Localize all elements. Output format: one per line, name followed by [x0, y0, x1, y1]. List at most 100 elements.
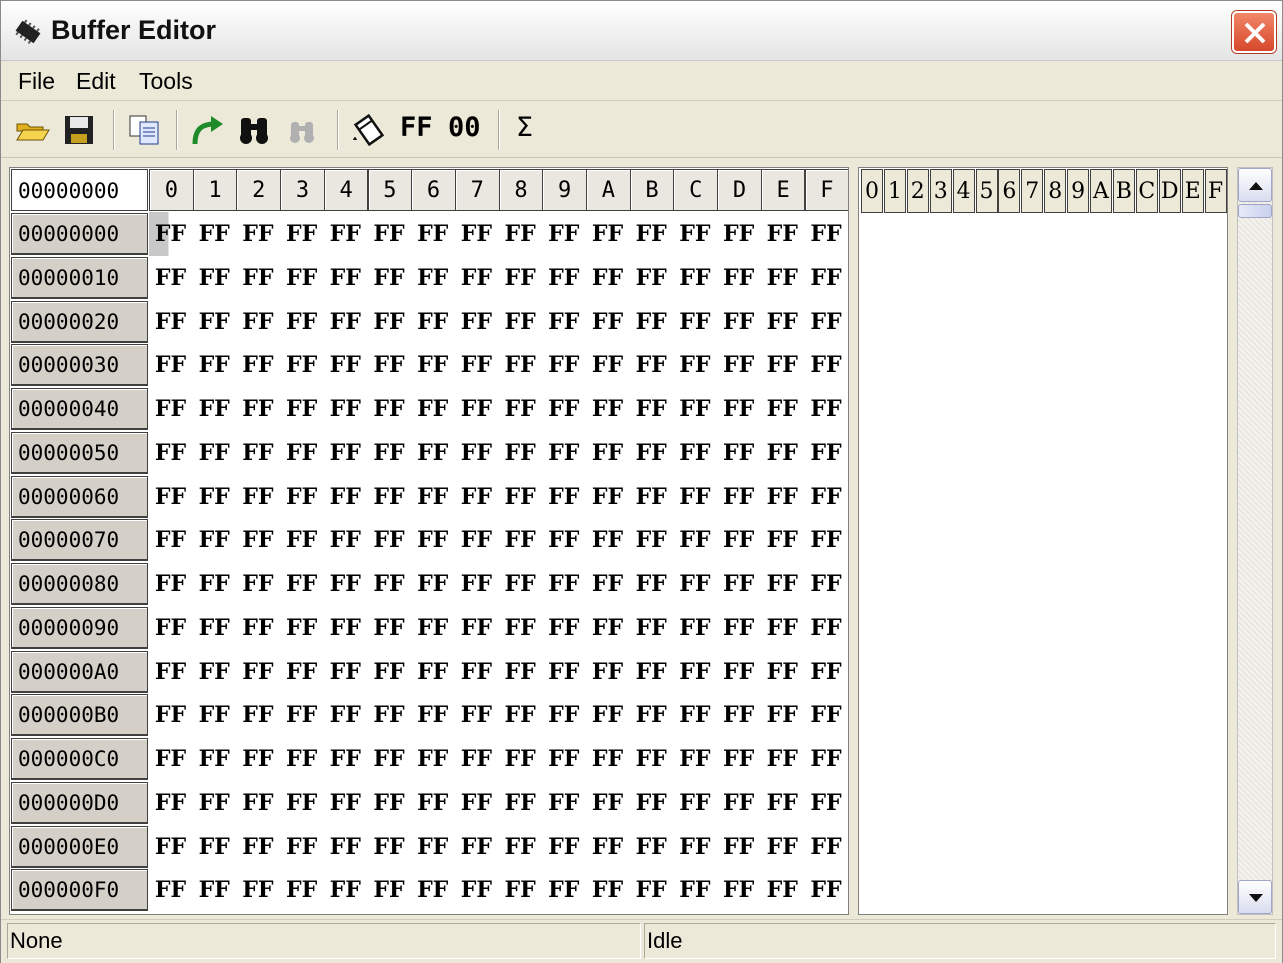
hex-byte-cell[interactable]: FF	[280, 343, 323, 387]
hex-byte-cell[interactable]: FF	[499, 606, 542, 650]
hex-byte-cell[interactable]: FF	[499, 300, 542, 344]
copy-button[interactable]	[125, 110, 165, 150]
hex-byte-cell[interactable]: FF	[411, 781, 454, 825]
hex-byte-cell[interactable]: FF	[149, 737, 192, 781]
hex-byte-cell[interactable]: FF	[673, 212, 716, 256]
hex-byte-cell[interactable]: FF	[586, 650, 629, 694]
hex-byte-cell[interactable]: FF	[149, 518, 192, 562]
hex-byte-cell[interactable]: FF	[717, 300, 760, 344]
hex-byte-cell[interactable]: FF	[324, 606, 367, 650]
hex-byte-cell[interactable]: FF	[193, 562, 236, 606]
hex-byte-cell[interactable]: FF	[411, 868, 454, 912]
hex-byte-cell[interactable]: FF	[717, 212, 760, 256]
hex-byte-cell[interactable]: FF	[236, 781, 279, 825]
hex-grid[interactable]: 00000000 0123456789ABCDEF 00000000 FF FF FF…	[9, 167, 849, 915]
hex-byte-cell[interactable]: FF	[542, 256, 585, 300]
hex-byte-cell[interactable]: FF	[805, 693, 848, 737]
hex-byte-cell[interactable]: FF	[805, 387, 848, 431]
hex-byte-cell[interactable]: FF	[761, 693, 804, 737]
hex-byte-cell[interactable]: FF	[542, 606, 585, 650]
hex-byte-cell[interactable]: FF	[673, 562, 716, 606]
hex-byte-cell[interactable]: FF	[236, 387, 279, 431]
hex-byte-cell[interactable]: FF	[455, 606, 498, 650]
hex-byte-cell[interactable]: FF	[411, 825, 454, 869]
hex-byte-cell[interactable]: FF	[455, 650, 498, 694]
hex-byte-cell[interactable]: FF	[280, 781, 323, 825]
hex-byte-cell[interactable]: FF	[805, 343, 848, 387]
hex-byte-cell[interactable]: FF	[717, 825, 760, 869]
hex-byte-cell[interactable]: FF	[455, 868, 498, 912]
save-button[interactable]	[59, 110, 99, 150]
hex-byte-cell[interactable]: FF	[673, 650, 716, 694]
hex-byte-cell[interactable]: FF	[236, 606, 279, 650]
hex-byte-cell[interactable]: FF	[586, 693, 629, 737]
hex-byte-cell[interactable]: FF	[630, 387, 673, 431]
hex-byte-cell[interactable]: FF	[280, 256, 323, 300]
hex-byte-cell[interactable]: FF	[368, 343, 411, 387]
hex-byte-cell[interactable]: FF	[324, 737, 367, 781]
hex-byte-cell[interactable]: FF	[717, 606, 760, 650]
hex-byte-cell[interactable]: FF	[236, 562, 279, 606]
hex-byte-cell[interactable]: FF	[280, 562, 323, 606]
hex-byte-cell[interactable]: FF	[368, 825, 411, 869]
hex-byte-cell[interactable]: FF	[499, 825, 542, 869]
hex-byte-cell[interactable]: FF	[805, 781, 848, 825]
hex-byte-cell[interactable]: FF	[455, 431, 498, 475]
hex-byte-cell[interactable]: FF	[280, 387, 323, 431]
hex-byte-cell[interactable]: FF	[324, 475, 367, 519]
hex-byte-cell[interactable]: FF	[455, 737, 498, 781]
hex-byte-cell[interactable]: FF	[586, 737, 629, 781]
hex-byte-cell[interactable]: FF	[411, 650, 454, 694]
fill-00-button[interactable]: 00	[448, 112, 481, 143]
hex-byte-cell[interactable]: FF	[499, 868, 542, 912]
find-button[interactable]	[235, 110, 275, 150]
hex-byte-cell[interactable]: FF	[411, 343, 454, 387]
hex-byte-cell[interactable]: FF	[499, 737, 542, 781]
hex-byte-cell[interactable]: FF	[236, 343, 279, 387]
hex-byte-cell[interactable]: FF	[193, 300, 236, 344]
title-bar[interactable]: Buffer Editor	[1, 1, 1282, 61]
hex-byte-cell[interactable]: FF	[368, 650, 411, 694]
hex-byte-cell[interactable]: FF	[411, 431, 454, 475]
hex-byte-cell[interactable]: FF	[630, 343, 673, 387]
hex-byte-cell[interactable]: FF	[368, 387, 411, 431]
hex-byte-cell[interactable]: FF	[499, 693, 542, 737]
hex-byte-cell[interactable]: FF	[236, 475, 279, 519]
hex-byte-cell[interactable]: FF	[149, 650, 192, 694]
hex-byte-cell[interactable]: FF	[236, 300, 279, 344]
hex-byte-cell[interactable]: FF	[324, 518, 367, 562]
hex-byte-cell[interactable]: FF	[586, 606, 629, 650]
hex-byte-cell[interactable]: FF	[673, 431, 716, 475]
hex-byte-cell[interactable]: FF	[805, 737, 848, 781]
hex-byte-cell[interactable]: FF	[761, 562, 804, 606]
hex-byte-cell[interactable]: FF	[673, 825, 716, 869]
hex-byte-cell[interactable]: FF	[542, 693, 585, 737]
hex-byte-cell[interactable]: FF	[586, 868, 629, 912]
hex-byte-cell[interactable]: FF	[324, 562, 367, 606]
hex-byte-cell[interactable]: FF	[542, 343, 585, 387]
hex-byte-cell[interactable]: FF	[499, 781, 542, 825]
hex-byte-cell[interactable]: FF	[805, 650, 848, 694]
hex-byte-cell[interactable]: FF	[673, 256, 716, 300]
hex-byte-cell[interactable]: FF	[149, 256, 192, 300]
hex-byte-cell[interactable]: FF	[630, 868, 673, 912]
hex-byte-cell[interactable]: FF	[586, 212, 629, 256]
hex-byte-cell[interactable]: FF	[586, 475, 629, 519]
hex-byte-cell[interactable]: FF	[236, 518, 279, 562]
hex-byte-cell[interactable]: FF	[673, 518, 716, 562]
hex-byte-cell[interactable]: FF	[805, 475, 848, 519]
hex-byte-cell[interactable]: FF	[499, 387, 542, 431]
hex-byte-cell[interactable]: FF	[717, 431, 760, 475]
hex-byte-cell[interactable]: FF	[630, 693, 673, 737]
hex-byte-cell[interactable]: FF	[586, 256, 629, 300]
scroll-up-button[interactable]	[1238, 168, 1272, 202]
hex-byte-cell[interactable]: FF	[761, 868, 804, 912]
hex-byte-cell[interactable]: FF	[368, 606, 411, 650]
hex-byte-cell[interactable]: FF	[717, 518, 760, 562]
hex-byte-cell[interactable]: FF	[673, 606, 716, 650]
hex-byte-cell[interactable]: FF	[455, 518, 498, 562]
hex-byte-cell[interactable]: FF	[368, 868, 411, 912]
hex-byte-cell[interactable]: FF	[761, 431, 804, 475]
hex-byte-cell[interactable]: FF	[368, 737, 411, 781]
hex-byte-cell[interactable]: FF	[193, 650, 236, 694]
